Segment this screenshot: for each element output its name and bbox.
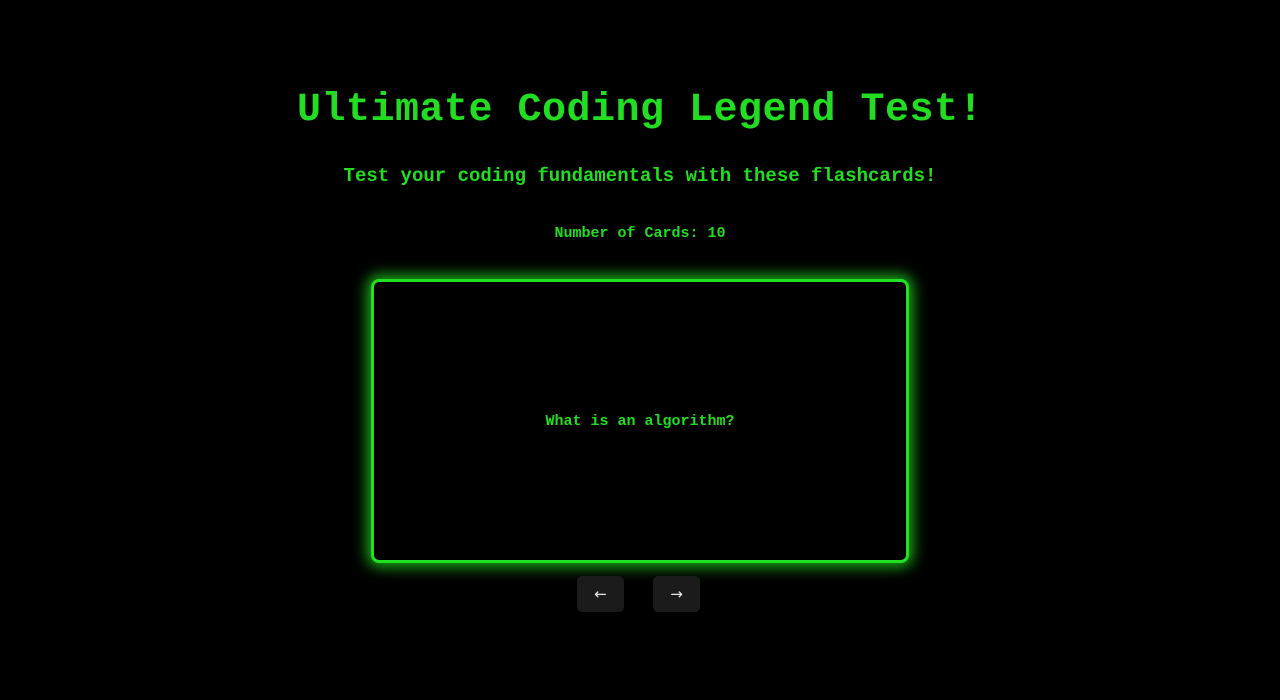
page-title: Ultimate Coding Legend Test!: [296, 88, 984, 133]
flashcard[interactable]: What is an algorithm?: [371, 279, 909, 563]
arrow-right-icon: →: [670, 585, 683, 603]
page-subtitle: Test your coding fundamentals with these…: [343, 165, 937, 187]
previous-card-button[interactable]: ←: [577, 576, 624, 612]
card-count: Number of Cards: 10: [554, 225, 726, 242]
next-card-button[interactable]: →: [653, 576, 700, 612]
arrow-left-icon: ←: [594, 585, 607, 603]
page: Ultimate Coding Legend Test! Test your c…: [0, 0, 1280, 700]
flashcard-question: What is an algorithm?: [545, 412, 735, 430]
